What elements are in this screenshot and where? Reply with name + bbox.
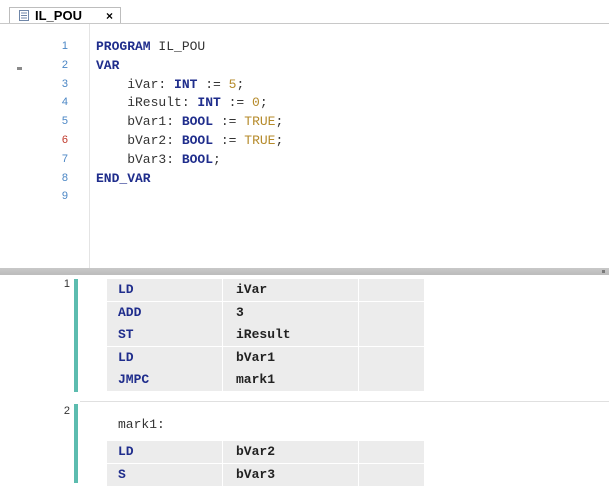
keyword-token: BOOL xyxy=(181,133,214,148)
keyword-token: BOOL xyxy=(181,151,214,167)
code-token: := xyxy=(220,95,253,111)
instruction-operand: bVar1 xyxy=(236,349,276,365)
network-bar xyxy=(74,404,78,483)
code-line: 5 bVar1: BOOL := TRUE; xyxy=(0,113,609,130)
code-text: iResult: INT := 0; xyxy=(96,94,268,111)
network-number: 1 xyxy=(63,278,70,290)
cell-separator xyxy=(358,279,359,301)
cell-separator xyxy=(222,369,223,391)
cell-separator xyxy=(222,346,223,369)
code-line: 6 bVar2: BOOL := TRUE; xyxy=(0,132,609,149)
keyword-token: INT xyxy=(197,95,221,111)
code-text: VAR xyxy=(96,57,119,74)
cell-separator xyxy=(358,346,359,369)
editor-splitter[interactable] xyxy=(0,268,609,275)
line-number: 4 xyxy=(61,96,68,109)
code-token: ; xyxy=(275,133,284,148)
keyword-token: PROGRAM xyxy=(96,39,151,54)
cell-separator xyxy=(358,463,359,486)
code-token: ; xyxy=(259,95,268,111)
code-token: iVar: xyxy=(96,76,175,92)
code-token: := xyxy=(197,76,229,92)
instruction-operand: 3 xyxy=(236,304,244,320)
cell-separator xyxy=(222,441,223,463)
instruction-operator: LD xyxy=(118,444,134,459)
literal-token: TRUE xyxy=(244,133,276,148)
code-line: 7 bVar3: BOOL; xyxy=(0,151,609,168)
code-text: END_VAR xyxy=(96,170,151,187)
instruction-operator: LD xyxy=(118,282,134,297)
code-token: ; xyxy=(213,151,221,167)
code-text: bVar3: BOOL; xyxy=(96,151,221,168)
instruction-operand: bVar3 xyxy=(236,466,276,482)
keyword-token: END_VAR xyxy=(96,170,151,186)
instruction-operator: ADD xyxy=(118,304,142,320)
code-text: bVar1: BOOL := TRUE; xyxy=(96,113,283,130)
tab-title: IL_POU xyxy=(35,8,82,23)
table-row[interactable] xyxy=(107,301,424,324)
code-token: bVar3: xyxy=(96,151,182,167)
instruction-operand: bVar2 xyxy=(236,444,276,459)
instruction-operator: JMPC xyxy=(118,372,150,387)
line-number: 1 xyxy=(61,40,68,52)
line-number: 6 xyxy=(61,134,68,146)
cell-separator xyxy=(222,279,223,301)
instruction-operand: iVar xyxy=(236,282,268,297)
literal-token: 0 xyxy=(252,95,260,111)
code-token: bVar2: xyxy=(96,133,182,148)
instruction-operator: ST xyxy=(118,327,134,342)
code-line: 3 iVar: INT := 5; xyxy=(0,76,609,93)
code-line: 2 VAR xyxy=(0,57,609,74)
code-line: 1 PROGRAM IL_POU xyxy=(0,38,609,55)
jump-label: mark1: xyxy=(118,417,165,432)
document-icon xyxy=(19,10,29,21)
cell-separator xyxy=(358,441,359,463)
code-token: := xyxy=(213,133,245,148)
line-number: 7 xyxy=(61,152,68,165)
code-text: bVar2: BOOL := TRUE; xyxy=(96,132,283,149)
line-number: 8 xyxy=(61,171,68,184)
editor-tab-bar: IL_POU × xyxy=(0,0,609,24)
code-token: IL_POU xyxy=(150,39,206,54)
instruction-operand: iResult xyxy=(236,327,291,342)
cell-separator xyxy=(358,369,359,391)
cell-separator xyxy=(358,324,359,346)
code-line: 8 END_VAR xyxy=(0,170,609,187)
line-number: 5 xyxy=(61,115,68,128)
code-token: ; xyxy=(236,76,245,92)
code-line: 4 iResult: INT := 0; xyxy=(0,94,609,111)
cell-separator xyxy=(358,301,359,324)
keyword-token: INT xyxy=(174,76,198,92)
tab-il-pou[interactable]: IL_POU × xyxy=(9,7,121,24)
code-token: ; xyxy=(275,114,284,130)
code-token: bVar1: xyxy=(96,114,182,130)
keyword-token: VAR xyxy=(96,57,120,73)
network-bar xyxy=(74,279,78,392)
keyword-token: BOOL xyxy=(181,114,214,130)
code-token: := xyxy=(213,114,245,130)
instruction-operator: S xyxy=(118,466,126,482)
line-number: 9 xyxy=(61,190,68,203)
network-number: 2 xyxy=(63,405,70,417)
instruction-operand: mark1 xyxy=(236,372,276,387)
line-number: 3 xyxy=(61,77,68,90)
code-text: PROGRAM IL_POU xyxy=(96,38,205,55)
network-divider xyxy=(80,401,609,402)
line-number: 2 xyxy=(61,58,68,71)
cell-separator xyxy=(222,324,223,346)
code-token: iResult: xyxy=(96,95,198,111)
cell-separator xyxy=(222,463,223,486)
tab-close-icon[interactable]: × xyxy=(106,8,113,24)
code-line: 9 xyxy=(0,188,609,205)
cell-separator xyxy=(222,301,223,324)
code-text: iVar: INT := 5; xyxy=(96,76,244,93)
instruction-operator: LD xyxy=(118,349,134,365)
literal-token: TRUE xyxy=(244,114,276,130)
